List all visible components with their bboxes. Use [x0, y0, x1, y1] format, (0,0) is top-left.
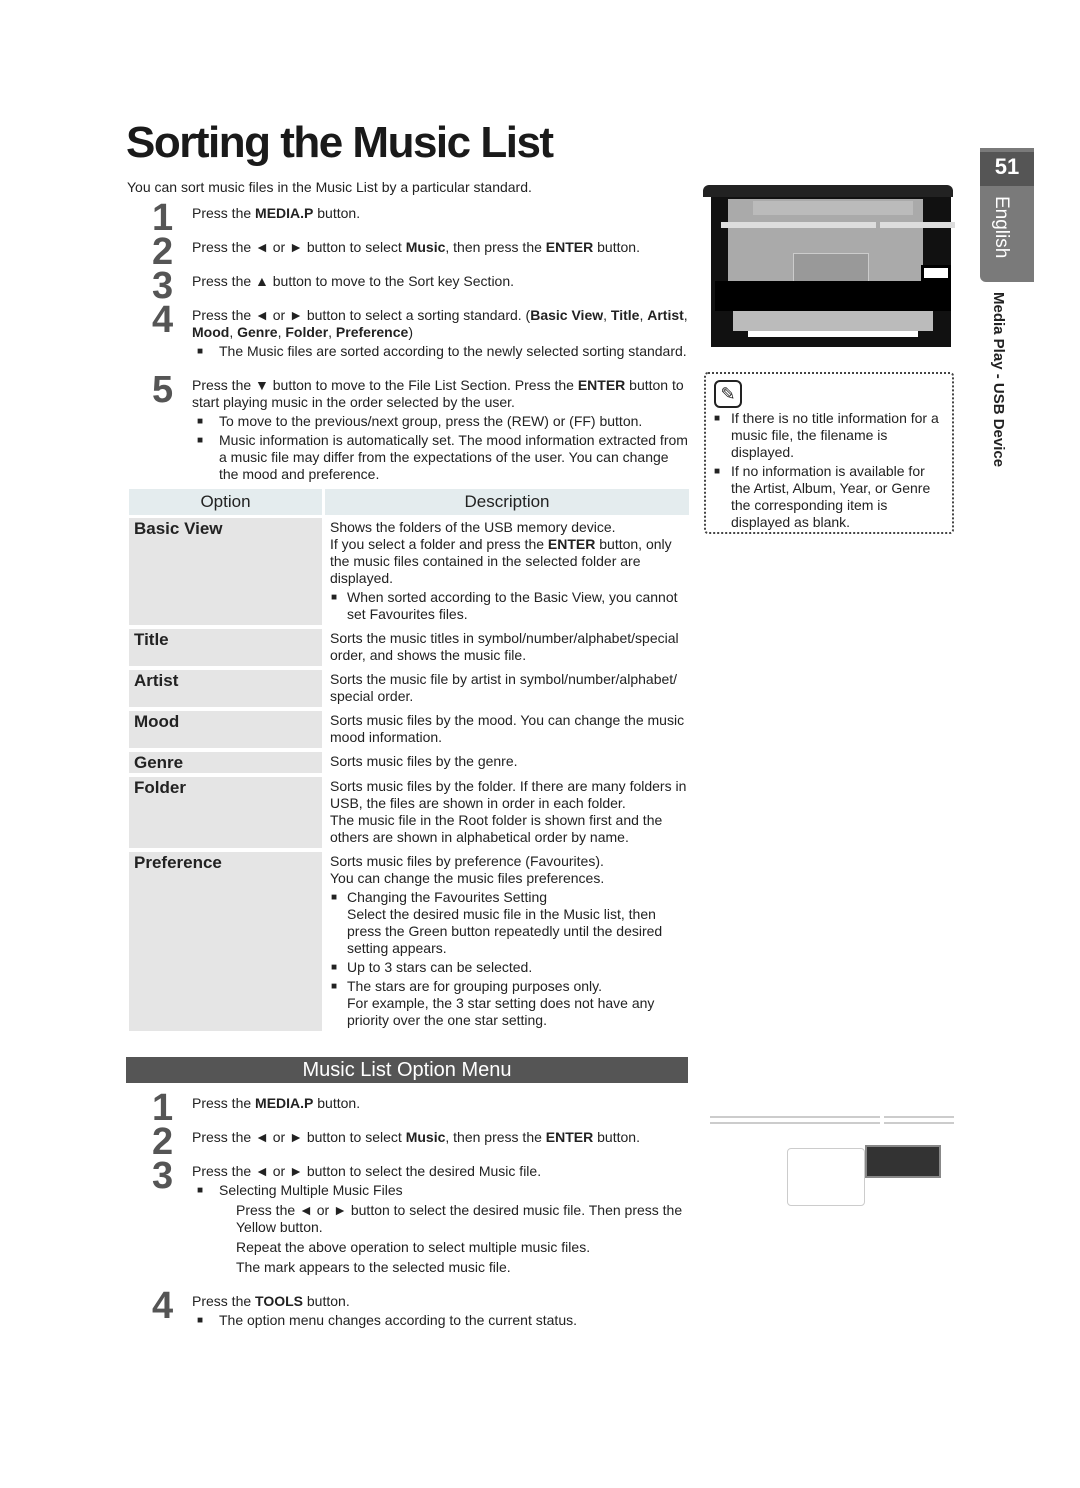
step-text: Press the TOOLS button.: [192, 1293, 350, 1309]
step: 4 Press the TOOLS button. The option menu …: [150, 1287, 690, 1329]
intro-text: You can sort music files in the Music Li…: [127, 179, 532, 195]
step-text: Press the ◄ or ► button to select Music,…: [192, 1129, 640, 1145]
page-number: 51: [980, 152, 1034, 186]
option-description: Sorts music files by the folder. If ther…: [330, 777, 689, 848]
step-bullet: Selecting Multiple Music Files: [192, 1182, 690, 1199]
description-text: Shows the folders of the USB memory devi…: [330, 519, 616, 535]
option-description: Sorts the music file by artist in symbol…: [330, 670, 689, 707]
step: 3 Press the ◄ or ► button to select the d…: [150, 1157, 690, 1276]
step: 2 Press the ◄ or ► button to select Music…: [150, 1123, 690, 1161]
option-description: Sorts music files by the mood. You can c…: [330, 711, 689, 748]
step-bullet: The option menu changes according to the…: [192, 1312, 690, 1329]
description-text: You can change the music files preferenc…: [330, 870, 605, 886]
step: 3 Press the ▲ button to move to the Sort …: [150, 267, 690, 305]
description-text: Sorts the music titles in symbol/number/…: [330, 630, 679, 663]
step: 5 Press the ▼ button to move to the File …: [150, 371, 690, 483]
step-text: Press the ▲ button to move to the Sort k…: [192, 273, 515, 289]
step-number: 3: [152, 1155, 173, 1197]
option-name: Mood: [129, 711, 322, 748]
step: 1 Press the MEDIA.P button.: [150, 1089, 690, 1127]
step-text: Press the ◄ or ► button to select a sort…: [192, 307, 688, 340]
step-number: 4: [152, 299, 173, 341]
sidebar-tab: 51 English: [980, 148, 1034, 282]
table-row: Title Sorts the music titles in symbol/nu…: [129, 629, 689, 666]
table-row: Preference Sorts music files by preferenc…: [129, 852, 689, 1031]
option-description: Shows the folders of the USB memory devi…: [330, 518, 689, 625]
language-label: English: [991, 196, 1012, 259]
option-name: Preference: [129, 852, 322, 1031]
description-bullet: When sorted according to the Basic View,…: [330, 589, 689, 623]
description-bullet: Up to 3 stars can be selected.: [330, 959, 689, 976]
description-bullet: The stars are for grouping purposes only…: [330, 978, 689, 1029]
note-item: If there is no title information for a m…: [714, 410, 948, 461]
description-text: The music file in the Root folder is sho…: [330, 812, 663, 845]
description-text: If you select a folder and press the ENT…: [330, 536, 672, 586]
description-text: Sorts music files by the genre.: [330, 753, 518, 769]
page-title: Sorting the Music List: [126, 118, 554, 167]
option-description: Sorts music files by preference (Favouri…: [330, 852, 689, 1031]
step-number: 5: [152, 369, 173, 411]
step-text: Press the ▼ button to move to the File L…: [192, 377, 684, 410]
description-text: Sorts music files by the folder. If ther…: [330, 778, 687, 811]
chapter-label: Media Play - USB Device: [990, 292, 1007, 468]
step-subparagraph: Repeat the above operation to select mul…: [236, 1239, 591, 1255]
note-item: If no information is available for the A…: [714, 463, 948, 531]
step-bullet: To move to the previous/next group, pres…: [192, 413, 690, 430]
table-row: Mood Sorts music files by the mood. You c…: [129, 711, 689, 748]
step-text: Press the ◄ or ► button to select the de…: [192, 1163, 542, 1179]
note-box: ✎ If there is no title information for a…: [704, 372, 954, 534]
tv-screenshot-sort: [703, 185, 955, 355]
option-description: Sorts the music titles in symbol/number/…: [330, 629, 689, 666]
step-text: Press the ◄ or ► button to select Music,…: [192, 239, 640, 255]
sort-options-table: Option Description Basic View Shows the fol…: [129, 489, 689, 1035]
description-text: Sorts the music file by artist in symbol…: [330, 671, 678, 704]
step-bullet: The Music files are sorted according to …: [192, 343, 690, 360]
column-header-description: Description: [325, 489, 689, 515]
section-heading: Music List Option Menu: [126, 1057, 688, 1083]
step-number: 4: [152, 1285, 173, 1327]
option-name: Genre: [129, 752, 322, 773]
tv-screenshot-option-menu: [710, 1090, 955, 1255]
step: 4 Press the ◄ or ► button to select a sor…: [150, 301, 690, 360]
description-bullet: Changing the Favourites SettingSelect th…: [330, 889, 689, 957]
step-text: Press the MEDIA.P button.: [192, 1095, 361, 1111]
column-header-option: Option: [129, 489, 322, 515]
option-menu-steps: 1 Press the MEDIA.P button. 2 Press the ◄ o…: [150, 1089, 690, 1346]
step-subparagraph: The mark appears to the selected music f…: [236, 1259, 511, 1275]
sort-steps: 1 Press the MEDIA.P button. 2 Press the ◄ o…: [150, 199, 690, 500]
note-pencil-icon: ✎: [714, 380, 742, 408]
description-text: Sorts music files by the mood. You can c…: [330, 712, 685, 745]
table-row: Genre Sorts music files by the genre.: [129, 752, 689, 773]
option-description: Sorts music files by the genre.: [330, 752, 689, 773]
option-name: Basic View: [129, 518, 322, 625]
option-name: Artist: [129, 670, 322, 707]
table-header: Option Description: [129, 489, 689, 515]
step-subparagraph: Press the ◄ or ► button to select the de…: [236, 1202, 683, 1235]
step-text: Press the MEDIA.P button.: [192, 205, 361, 221]
description-text: Sorts music files by preference (Favouri…: [330, 853, 604, 869]
option-name: Title: [129, 629, 322, 666]
step: 1 Press the MEDIA.P button.: [150, 199, 690, 237]
option-name: Folder: [129, 777, 322, 848]
table-row: Artist Sorts the music file by artist in …: [129, 670, 689, 707]
table-row: Folder Sorts music files by the folder. I…: [129, 777, 689, 848]
table-row: Basic View Shows the folders of the USB m…: [129, 518, 689, 625]
step-bullet: Music information is automatically set. …: [192, 432, 690, 483]
step: 2 Press the ◄ or ► button to select Music…: [150, 233, 690, 271]
